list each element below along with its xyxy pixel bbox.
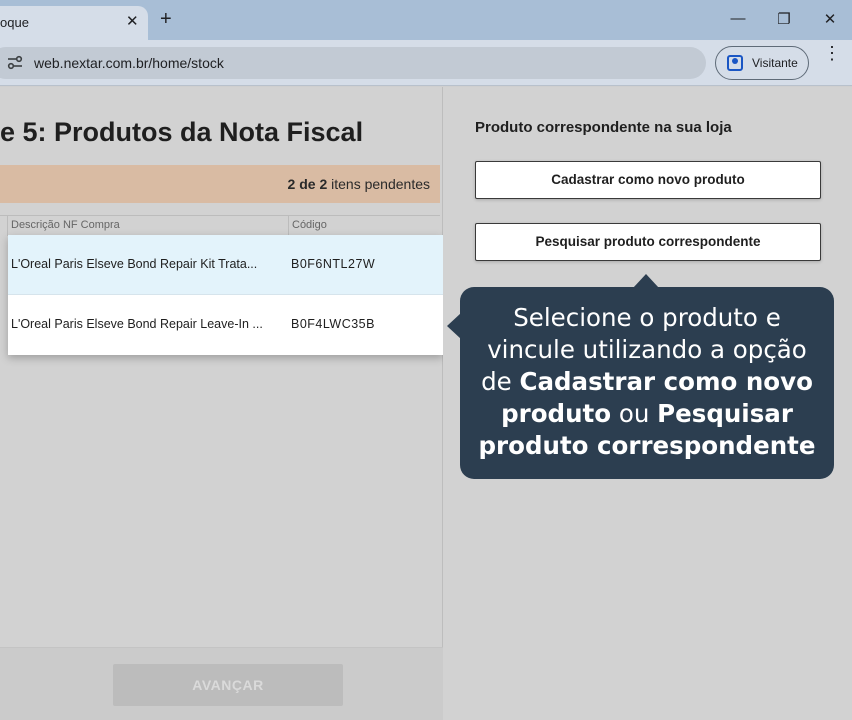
table-header: Descrição NF Compra Código xyxy=(0,215,440,236)
address-bar[interactable]: web.nextar.com.br/home/stock xyxy=(0,47,706,79)
browser-tab[interactable]: oque ✕ xyxy=(0,6,148,40)
matching-product-heading: Produto correspondente na sua loja xyxy=(475,119,732,136)
browser-menu-icon[interactable]: ⋮ xyxy=(823,44,841,62)
next-button[interactable]: AVANÇAR xyxy=(113,664,343,706)
panel-footer: AVANÇAR xyxy=(0,647,443,720)
onboarding-tooltip: Selecione o produto e vincule utilizando… xyxy=(447,274,834,479)
row-description: L'Oreal Paris Elseve Bond Repair Kit Tra… xyxy=(11,257,258,271)
invoice-products-panel: e 5: Produtos da Nota Fiscal 2 de 2 iten… xyxy=(0,87,443,720)
table-row[interactable]: L'Oreal Paris Elseve Bond Repair Leave-I… xyxy=(8,295,443,355)
column-divider xyxy=(288,216,289,236)
pending-items-text: 2 de 2 itens pendentes xyxy=(287,176,430,192)
row-code: B0F4LWC35B xyxy=(291,317,375,331)
pending-items-bar: 2 de 2 itens pendentes xyxy=(0,165,440,203)
tooltip-text: Selecione o produto e vincule utilizando… xyxy=(478,303,816,460)
browser-toolbar: web.nextar.com.br/home/stock Visitante ⋮ xyxy=(0,40,852,86)
maximize-icon[interactable]: ❐ xyxy=(774,10,794,28)
close-window-icon[interactable]: ✕ xyxy=(820,10,840,28)
column-divider xyxy=(7,216,8,236)
profile-icon xyxy=(727,55,743,71)
row-code: B0F6NTL27W xyxy=(291,257,376,271)
profile-label: Visitante xyxy=(752,56,798,70)
minimize-icon[interactable]: — xyxy=(728,10,748,27)
tooltip-arrow xyxy=(447,313,461,339)
site-info-icon[interactable] xyxy=(6,55,24,71)
register-new-product-button[interactable]: Cadastrar como novo produto xyxy=(475,161,821,199)
browser-tab-bar: oque ✕ + — ❐ ✕ xyxy=(0,0,852,40)
tab-close-icon[interactable]: ✕ xyxy=(126,12,139,30)
row-description: L'Oreal Paris Elseve Bond Repair Leave-I… xyxy=(11,317,263,331)
profile-button[interactable]: Visitante xyxy=(715,46,809,80)
column-header-code[interactable]: Código xyxy=(292,219,327,231)
search-matching-product-button[interactable]: Pesquisar produto correspondente xyxy=(475,223,821,261)
product-table: L'Oreal Paris Elseve Bond Repair Kit Tra… xyxy=(8,235,443,355)
tooltip-arrow xyxy=(633,274,659,288)
url-text[interactable]: web.nextar.com.br/home/stock xyxy=(34,55,224,71)
table-row[interactable]: L'Oreal Paris Elseve Bond Repair Kit Tra… xyxy=(8,235,443,295)
new-tab-icon[interactable]: + xyxy=(160,9,172,29)
page-title: e 5: Produtos da Nota Fiscal xyxy=(0,117,364,147)
tab-title: oque xyxy=(0,15,29,30)
column-header-description[interactable]: Descrição NF Compra xyxy=(11,219,120,231)
